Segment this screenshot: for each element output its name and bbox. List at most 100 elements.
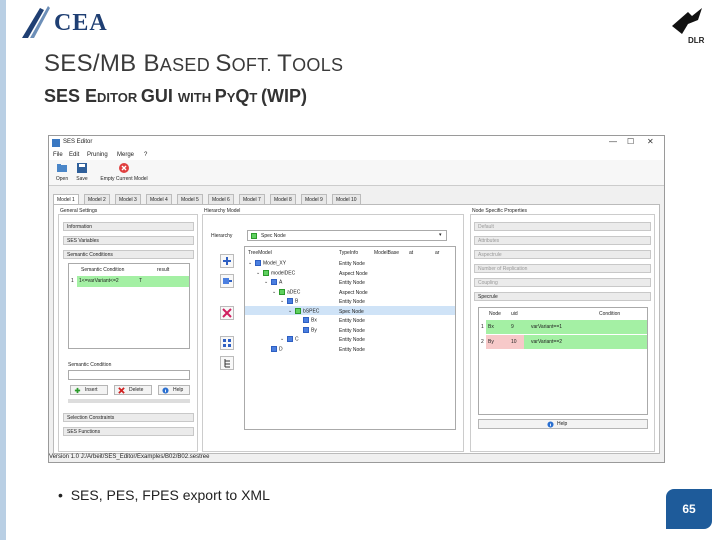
- save-label: Save: [76, 176, 88, 182]
- tree-node-type: Entity Node: [339, 261, 365, 267]
- help-button[interactable]: Help: [158, 385, 190, 395]
- chevron-down-icon[interactable]: ⌄: [280, 298, 287, 304]
- delete-node-icon: [222, 308, 232, 318]
- title-part: ASED: [159, 55, 216, 75]
- tree-node-type: Aspect Node: [339, 270, 368, 277]
- subtitle-part: DITOR: [97, 90, 141, 105]
- chevron-down-icon[interactable]: ⌄: [256, 270, 263, 276]
- dlr-logo-text: DLR: [688, 36, 705, 45]
- collapse-tree-button[interactable]: [220, 356, 234, 370]
- tree-node-name: modelDEC: [271, 269, 296, 276]
- tree-node-row[interactable]: Bx: [296, 317, 317, 326]
- tree-node-row[interactable]: ⌄ A: [264, 279, 282, 288]
- section-coupling[interactable]: Coupling: [474, 278, 651, 287]
- x-icon: [118, 387, 125, 394]
- tab-content: General Settings Information SES Variabl…: [53, 204, 660, 454]
- maximize-button[interactable]: ☐: [627, 137, 634, 146]
- tab-model-4[interactable]: Model 4: [146, 194, 172, 204]
- section-default[interactable]: Default: [474, 222, 651, 231]
- chevron-down-icon[interactable]: ⌄: [248, 260, 255, 266]
- delete-button[interactable]: Delete: [114, 385, 152, 395]
- hierarchy-select-value: Spec Node: [261, 233, 286, 239]
- delete-node-button[interactable]: [220, 306, 234, 320]
- chevron-down-icon[interactable]: ⌄: [288, 308, 295, 314]
- tab-model-1[interactable]: Model 1: [53, 194, 79, 204]
- section-ses-functions[interactable]: SES Functions: [63, 427, 194, 436]
- section-ses-variables[interactable]: SES Variables: [63, 236, 194, 245]
- tree-node-name: Bx: [311, 317, 317, 324]
- add-sibling-node-button[interactable]: [220, 274, 234, 288]
- menu-pruning[interactable]: Pruning: [87, 152, 108, 158]
- tree-model-table: TreeModel TypeInfo ModelBase at ar ⌄ Mode…: [244, 246, 456, 430]
- tree-node-row[interactable]: ⌄ B: [280, 298, 298, 307]
- menu-merge[interactable]: Merge: [117, 152, 134, 158]
- insert-button[interactable]: Insert: [70, 385, 108, 395]
- close-button[interactable]: ✕: [647, 137, 654, 146]
- row-node: By: [488, 339, 494, 345]
- info-icon: [547, 421, 554, 428]
- menu-file[interactable]: File: [53, 152, 63, 158]
- tree-node-row[interactable]: ⌄ bSPEC: [288, 307, 320, 317]
- plus-icon: [74, 387, 81, 394]
- tree-node-row[interactable]: By: [296, 326, 317, 336]
- tab-model-3[interactable]: Model 3: [115, 194, 141, 204]
- tree-node-row[interactable]: ⌄ Model_XY: [248, 260, 286, 269]
- tree-node-row[interactable]: ⌄ C: [280, 336, 299, 345]
- hierarchy-select[interactable]: Spec Node ▾: [247, 230, 447, 241]
- status-bar: Version 1.0 J:/Arbeit/SES_Editor/Example…: [49, 454, 210, 460]
- tree-node-row[interactable]: ⌄ modelDEC: [256, 269, 296, 279]
- spec-node-icon: [251, 233, 257, 239]
- col-semantic-condition: Semantic Condition: [81, 267, 125, 273]
- section-aspectrule[interactable]: Aspectrule: [474, 250, 651, 259]
- tree-node-row[interactable]: D: [264, 345, 283, 355]
- tree-node-type: Entity Node: [339, 280, 365, 286]
- delete-circle-icon: [119, 163, 129, 173]
- row-condition: 1<=varVariant<=2: [79, 278, 119, 284]
- horizontal-scrollbar[interactable]: [68, 399, 190, 403]
- app-icon: [52, 139, 60, 147]
- tree-node-type: Entity Node: [339, 346, 365, 353]
- section-semantic-conditions[interactable]: Semantic Conditions: [63, 250, 194, 259]
- chevron-down-icon[interactable]: ⌄: [264, 279, 271, 285]
- expand-tree-button[interactable]: [220, 336, 234, 350]
- ses-editor-window: SES Editor — ☐ ✕ File Edit Pruning Merge…: [48, 135, 665, 463]
- semantic-condition-input[interactable]: [68, 370, 190, 380]
- chevron-down-icon[interactable]: ⌄: [280, 336, 287, 342]
- aspect-node-icon: [279, 288, 285, 295]
- tab-model-9[interactable]: Model 9: [301, 194, 327, 204]
- tree-node-row[interactable]: ⌄ aDEC: [272, 288, 300, 298]
- tab-model-7[interactable]: Model 7: [239, 194, 265, 204]
- save-button[interactable]: Save: [73, 162, 91, 182]
- col-node: Node: [489, 311, 501, 317]
- minimize-button[interactable]: —: [609, 137, 617, 146]
- left-accent-bar: [0, 0, 6, 540]
- row-condition: varVariant==2: [531, 339, 563, 345]
- section-selection-constraints[interactable]: Selection Constraints: [63, 413, 194, 422]
- page-number: 65: [666, 489, 712, 529]
- entity-node-icon: [287, 298, 293, 304]
- row-index: 2: [481, 339, 484, 345]
- entity-node-icon: [303, 326, 309, 333]
- tab-model-5[interactable]: Model 5: [177, 194, 203, 204]
- add-child-node-button[interactable]: [220, 254, 234, 268]
- tab-model-8[interactable]: Model 8: [270, 194, 296, 204]
- tab-model-6[interactable]: Model 6: [208, 194, 234, 204]
- menu-help[interactable]: ?: [144, 152, 147, 158]
- col-uid: uid: [511, 311, 518, 317]
- section-number-of-replication[interactable]: Number of Replication: [474, 264, 651, 273]
- aspect-node-icon: [263, 269, 269, 276]
- subtitle-part: E: [85, 86, 98, 106]
- tab-model-2[interactable]: Model 2: [84, 194, 110, 204]
- empty-model-button[interactable]: Empty Current Model: [95, 162, 153, 182]
- open-button[interactable]: Open: [53, 162, 71, 182]
- entity-node-icon: [271, 345, 277, 352]
- tree-node-name: bSPEC: [303, 307, 320, 314]
- menu-edit[interactable]: Edit: [69, 152, 79, 158]
- specrule-help-button[interactable]: Help: [478, 419, 648, 429]
- section-attributes[interactable]: Attributes: [474, 236, 651, 245]
- chevron-down-icon[interactable]: ⌄: [272, 289, 279, 295]
- tab-model-10[interactable]: Model 10: [332, 194, 361, 204]
- section-specrule[interactable]: Specrule: [474, 292, 651, 301]
- section-information[interactable]: Information: [63, 222, 194, 231]
- col-modelbase: ModelBase: [374, 250, 400, 256]
